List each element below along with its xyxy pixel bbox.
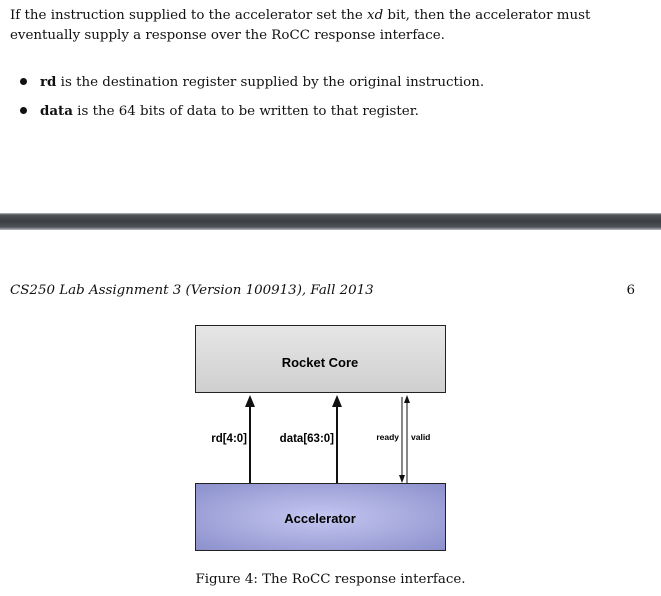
data-arrowhead-icon bbox=[332, 395, 342, 407]
xd-bit-name: xd bbox=[367, 8, 384, 23]
page-separator bbox=[0, 213, 661, 230]
body-paragraph: If the instruction supplied to the accel… bbox=[10, 6, 650, 46]
bullet-icon bbox=[20, 107, 27, 114]
signal-rd-label: rd[4:0] bbox=[211, 433, 247, 445]
term-rd: rd bbox=[40, 74, 57, 90]
bullet-icon bbox=[20, 78, 27, 85]
paragraph-text-before: If the instruction supplied to the accel… bbox=[10, 8, 368, 23]
desc-rd: is the destination register supplied by … bbox=[56, 75, 485, 90]
term-data: data bbox=[40, 103, 73, 119]
signal-valid-label: valid bbox=[411, 432, 430, 442]
running-head: CS250 Lab Assignment 3 (Version 100913),… bbox=[10, 283, 374, 298]
figure-caption: Figure 4: The RoCC response interface. bbox=[195, 572, 466, 587]
list-item-data: data is the 64 bits of data to be writte… bbox=[18, 101, 484, 130]
valid-arrowhead-icon bbox=[404, 395, 410, 403]
page-number: 6 bbox=[626, 283, 635, 298]
figure-4: Rocket Core Accelerator rd[4:0] data[63:… bbox=[195, 325, 455, 557]
field-list: rd is the destination register supplied … bbox=[18, 72, 484, 130]
ready-arrowhead-icon bbox=[399, 475, 405, 483]
rd-arrowhead-icon bbox=[245, 395, 255, 407]
rocc-response-diagram: Rocket Core Accelerator rd[4:0] data[63:… bbox=[195, 325, 446, 551]
desc-data: is the 64 bits of data to be written to … bbox=[72, 104, 419, 119]
rocket-core-label: Rocket Core bbox=[282, 355, 359, 370]
signal-data-label: data[63:0] bbox=[280, 433, 334, 445]
list-item-rd: rd is the destination register supplied … bbox=[18, 72, 484, 101]
signal-ready-label: ready bbox=[376, 432, 399, 442]
accelerator-label: Accelerator bbox=[284, 511, 356, 526]
